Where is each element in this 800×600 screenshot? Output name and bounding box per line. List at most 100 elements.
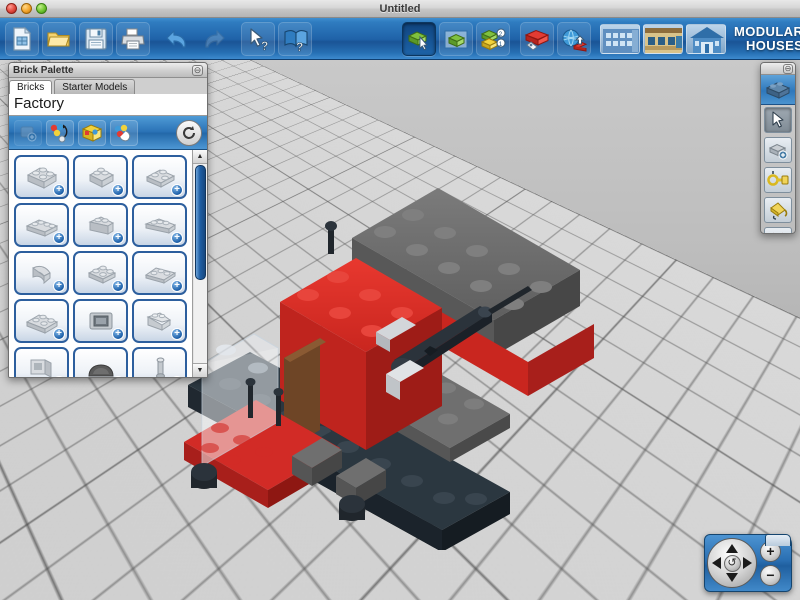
brick-item[interactable]: + [132, 299, 187, 343]
brick-item[interactable]: + [73, 203, 128, 247]
add-brick-badge[interactable]: + [171, 232, 183, 244]
brick-box-icon [442, 26, 470, 52]
tool-palette-header [761, 75, 795, 105]
open-folder-icon [46, 26, 72, 52]
add-brick-badge[interactable]: + [112, 232, 124, 244]
paint-tool-button[interactable] [764, 197, 792, 223]
lego-model[interactable] [180, 160, 640, 550]
svg-text:?: ? [261, 39, 268, 52]
brick-item[interactable]: + [132, 155, 187, 199]
application-window: Untitled [0, 0, 800, 600]
house-thumb-market[interactable] [643, 24, 683, 54]
hinge-tool-button[interactable] [764, 167, 792, 193]
scroll-down-button[interactable]: ▼ [193, 363, 208, 377]
building-blue-icon [601, 25, 640, 54]
tab-bricks[interactable]: Bricks [9, 80, 52, 95]
add-to-palette-button[interactable] [14, 120, 42, 146]
add-brick-badge[interactable]: + [112, 184, 124, 196]
brick-item[interactable]: + [73, 155, 128, 199]
brick-item[interactable]: + [14, 155, 69, 199]
brick-item[interactable]: + [14, 203, 69, 247]
add-brick-badge[interactable]: + [53, 280, 65, 292]
delete-tool-button[interactable] [764, 227, 792, 234]
brick-item[interactable]: + [14, 347, 69, 377]
zoom-out-button[interactable]: − [760, 565, 781, 586]
build-mode-button[interactable] [402, 22, 436, 56]
add-brick-badge[interactable]: + [112, 328, 124, 340]
scroll-up-button[interactable]: ▲ [193, 150, 208, 164]
add-brick-badge[interactable]: + [53, 184, 65, 196]
add-brick-badge[interactable]: + [112, 376, 124, 377]
open-folder-button[interactable] [42, 22, 76, 56]
nav-pad[interactable]: ↺ [707, 538, 757, 588]
nav-up-button[interactable] [726, 544, 738, 553]
select-tool-button[interactable] [764, 107, 792, 133]
new-document-icon [9, 26, 35, 52]
toolbar-group-file [0, 18, 155, 59]
brand-area: MODULAR HOUSES [596, 18, 800, 60]
paint-bricks-icon [113, 123, 135, 143]
brick-item[interactable]: + [73, 299, 128, 343]
paint-bricks-button[interactable] [110, 120, 138, 146]
view-mode-button[interactable] [439, 22, 473, 56]
paint-bucket-icon [767, 200, 789, 220]
add-brick-badge[interactable]: + [171, 280, 183, 292]
brick-item[interactable]: + [73, 251, 128, 295]
color-box-icon [81, 123, 103, 143]
brick-item[interactable]: + [132, 251, 187, 295]
nav-widget-tab[interactable] [765, 534, 791, 546]
zoom-controls: + − [760, 541, 781, 586]
brick-item[interactable]: + [14, 251, 69, 295]
tool-palette-collapse-button[interactable]: ⊖ [783, 64, 793, 74]
add-brick-badge[interactable]: + [171, 328, 183, 340]
brick-item[interactable]: + [14, 299, 69, 343]
print-button[interactable] [116, 22, 150, 56]
building-victorian-icon [687, 25, 726, 54]
brick-grid: + + [9, 150, 192, 377]
main-toolbar: ? ? [0, 18, 800, 60]
add-brick-badge[interactable]: + [171, 376, 183, 377]
add-brick-badge[interactable]: + [53, 376, 65, 377]
brick-palette-panel[interactable]: Brick Palette ⊖ Bricks Starter Models Fa… [8, 62, 208, 378]
add-brick-badge[interactable]: + [112, 280, 124, 292]
add-brick-badge[interactable]: + [171, 184, 183, 196]
delete-x-icon [768, 230, 788, 234]
palette-titlebar: Brick Palette ⊖ [9, 63, 207, 78]
brick-price-button[interactable] [520, 22, 554, 56]
add-brick-badge[interactable]: + [53, 232, 65, 244]
brick-item[interactable]: + [73, 347, 128, 377]
redo-button[interactable] [197, 22, 231, 56]
navigation-widget[interactable]: ↺ + − [704, 534, 792, 592]
building-guide-button[interactable]: 2 1 [476, 22, 510, 56]
add-brick-badge[interactable]: + [53, 328, 65, 340]
context-help-button[interactable]: ? [241, 22, 275, 56]
scroll-track[interactable] [194, 164, 207, 363]
tab-starter-models[interactable]: Starter Models [54, 79, 135, 94]
nav-right-button[interactable] [743, 557, 752, 569]
brick-item[interactable]: + [132, 347, 187, 377]
nav-left-button[interactable] [712, 557, 721, 569]
upload-button[interactable] [557, 22, 591, 56]
brick-item[interactable]: + [132, 203, 187, 247]
new-document-button[interactable] [5, 22, 39, 56]
brick-cursor-icon [405, 26, 433, 52]
reload-palette-button[interactable] [176, 120, 202, 146]
manual-help-button[interactable]: ? [278, 22, 312, 56]
scroll-thumb[interactable] [195, 165, 206, 280]
palette-collapse-button[interactable]: ⊖ [192, 65, 203, 76]
printer-icon [120, 26, 146, 52]
nav-down-button[interactable] [726, 573, 738, 582]
toolbar-group-help: ? ? [236, 18, 317, 59]
select-arrow-icon [769, 110, 787, 130]
panel-1x2-icon [25, 356, 59, 377]
palette-scrollbar[interactable]: ▲ ▼ [192, 150, 207, 377]
save-button[interactable] [79, 22, 113, 56]
nav-reset-button[interactable]: ↺ [724, 555, 741, 572]
house-thumb-blue[interactable] [600, 24, 640, 54]
tool-palette-panel[interactable]: ⊖ [760, 62, 796, 234]
swap-colors-button[interactable] [46, 120, 74, 146]
color-box-button[interactable] [78, 120, 106, 146]
house-thumb-victorian[interactable] [686, 24, 726, 54]
clone-tool-button[interactable] [764, 137, 792, 163]
undo-button[interactable] [160, 22, 194, 56]
